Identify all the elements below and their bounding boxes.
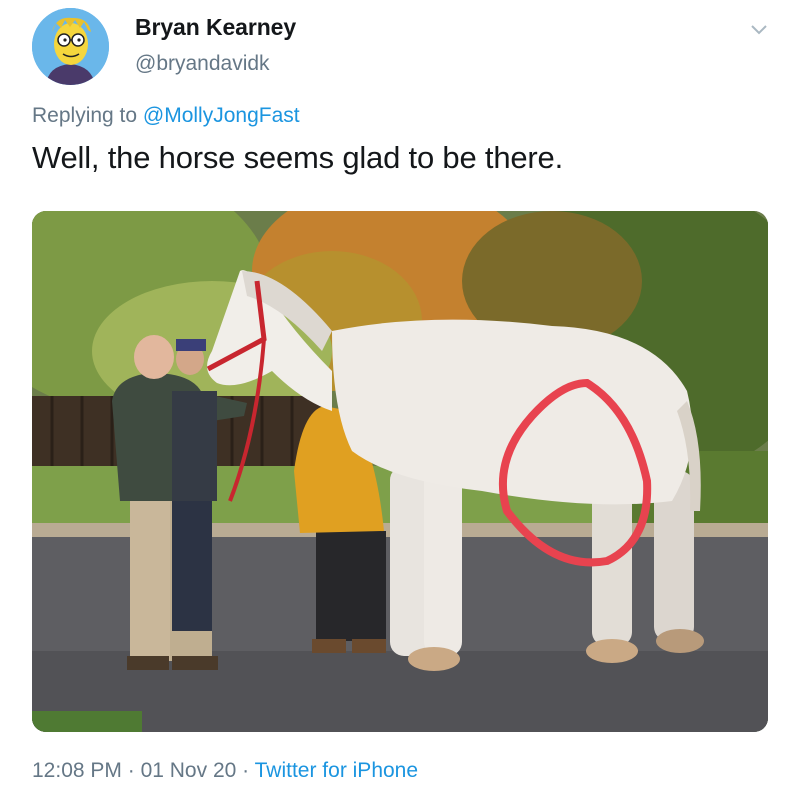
chevron-down-icon[interactable] (748, 22, 770, 38)
tweet-source-link[interactable]: Twitter for iPhone (255, 759, 418, 782)
tweet-footer: 12:08 PM · 01 Nov 20 · Twitter for iPhon… (32, 759, 418, 783)
footer-separator: · (127, 759, 135, 782)
tweet-photo[interactable] (32, 211, 768, 732)
reply-context: Replying to @MollyJongFast (32, 104, 300, 128)
tweet: Bryan Kearney @bryandavidk Replying to @… (0, 0, 800, 796)
footer-separator: · (242, 759, 250, 782)
author-handle[interactable]: @bryandavidk (135, 52, 270, 76)
tweet-text: Well, the horse seems glad to be there. (32, 140, 563, 175)
photo-scene (32, 211, 768, 732)
tweet-time[interactable]: 12:08 PM (32, 759, 122, 782)
avatar[interactable] (32, 8, 109, 85)
reply-prefix: Replying to (32, 104, 138, 127)
tweet-date[interactable]: 01 Nov 20 (141, 759, 237, 782)
reply-mention-link[interactable]: @MollyJongFast (143, 104, 300, 127)
author-display-name[interactable]: Bryan Kearney (135, 14, 296, 41)
cartoon-avatar-icon (32, 8, 109, 85)
